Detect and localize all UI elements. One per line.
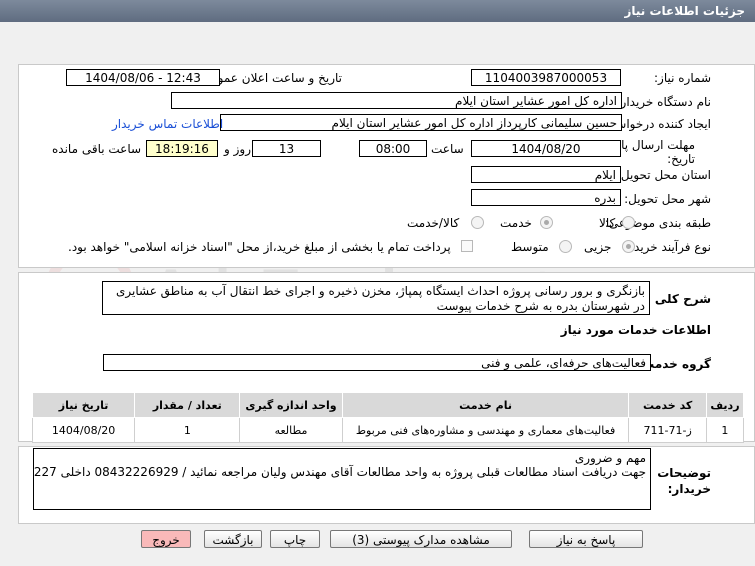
column-header: کد خدمت: [628, 392, 707, 418]
treasury-payment-text: پرداخت تمام یا بخشی از مبلغ خرید،از محل …: [68, 240, 451, 254]
summary-textarea[interactable]: بازنگری و برور رسانی پروژه احداث ایستگاه…: [102, 281, 650, 315]
announce-field: 1404/08/06 - 12:43: [66, 69, 220, 86]
remaining-time-label: ساعت باقی مانده: [52, 142, 142, 156]
remaining-time-field: 18:19:16: [146, 140, 218, 157]
deadline-time-field: 08:00: [359, 140, 427, 157]
category-radio-service[interactable]: [540, 216, 553, 229]
treasury-payment-checkbox[interactable]: [461, 240, 473, 252]
view-attachments-button[interactable]: مشاهده مدارک پیوستی (3): [330, 530, 512, 548]
category-label: طبقه بندی موضوعی:: [604, 216, 711, 230]
category-radio-goods[interactable]: [622, 216, 635, 229]
buyer-org-field: اداره کل امور عشایر استان ایلام: [171, 92, 622, 109]
table-header-row: ردیف کد خدمت نام خدمت واحد اندازه گیری ت…: [31, 392, 745, 418]
buyer-notes-box[interactable]: مهم و ضروری جهت دریافت اسناد مطالعات قبل…: [33, 448, 651, 510]
table-cell: 1404/08/20: [31, 417, 136, 443]
days-remaining-field: 13: [252, 140, 321, 157]
creator-field: حسین سلیمانی کارپرداز اداره کل امور عشای…: [220, 114, 622, 131]
table-cell: 1: [705, 417, 745, 443]
reply-button[interactable]: پاسخ به نیاز: [529, 530, 643, 548]
column-header: تاریخ نیاز: [31, 392, 136, 418]
column-header: واحد اندازه گیری: [239, 392, 343, 418]
buyer-notes-label-2: خریدار:: [667, 482, 711, 496]
table-cell: مطالعه: [239, 417, 343, 443]
category-radio-goods-service[interactable]: [471, 216, 484, 229]
province-field: ایلام: [471, 166, 621, 183]
buyer-contact-link[interactable]: اطلاعات تماس خریدار: [112, 117, 223, 131]
table-row: 1 ز-71-711 فعالیت‌های معماری و مهندسی و …: [31, 417, 745, 443]
process-label: نوع فرآیند خرید :: [626, 240, 711, 254]
back-button[interactable]: بازگشت: [204, 530, 262, 548]
column-header: تعداد / مقدار: [134, 392, 241, 418]
buyer-notes-label-1: توضیحات: [657, 466, 711, 480]
table-cell: فعالیت‌های معماری و مهندسی و مشاوره‌های …: [341, 417, 630, 443]
category-option-service: خدمت: [500, 216, 532, 230]
process-radio-medium[interactable]: [559, 240, 572, 253]
city-label: شهر محل تحویل:: [624, 192, 711, 206]
category-option-goods: کالا: [599, 216, 616, 230]
city-field: بدره: [471, 189, 621, 206]
days-label: روز و: [224, 142, 251, 156]
buyer-org-label: نام دستگاه خریدار:: [616, 95, 712, 109]
window-titlebar: جزئیات اطلاعات نیاز: [0, 0, 755, 22]
services-table: ردیف کد خدمت نام خدمت واحد اندازه گیری ت…: [31, 392, 745, 443]
need-number-label: شماره نیاز:: [654, 71, 711, 85]
service-group-field: فعالیت‌های حرفه‌ای، علمی و فنی: [103, 354, 651, 371]
deadline-label-2: تاریخ:: [667, 152, 695, 166]
column-header: نام خدمت: [341, 392, 630, 418]
category-option-goods-service: کالا/خدمت: [407, 216, 460, 230]
process-option-medium: متوسط: [511, 240, 549, 254]
services-heading: اطلاعات خدمات مورد نیاز: [560, 323, 711, 337]
window-title: جزئیات اطلاعات نیاز: [624, 4, 745, 18]
print-button[interactable]: چاپ: [270, 530, 320, 548]
process-radio-minor[interactable]: [622, 240, 635, 253]
table-cell: 1: [134, 417, 241, 443]
table-cell: ز-71-711: [628, 417, 707, 443]
deadline-time-label: ساعت: [431, 142, 464, 156]
province-label: استان محل تحویل:: [616, 168, 711, 182]
need-number-field: 1104003987000053: [471, 69, 621, 86]
buyer-notes-line-1: مهم و ضروری: [574, 451, 646, 465]
column-header: ردیف: [705, 392, 745, 418]
process-option-minor: جزیی: [584, 240, 612, 254]
exit-button[interactable]: خروج: [141, 530, 191, 548]
buyer-notes-line-2: جهت دریافت اسناد مطالعات قبلی پروژه به و…: [33, 465, 646, 479]
deadline-date-field: 1404/08/20: [471, 140, 621, 157]
